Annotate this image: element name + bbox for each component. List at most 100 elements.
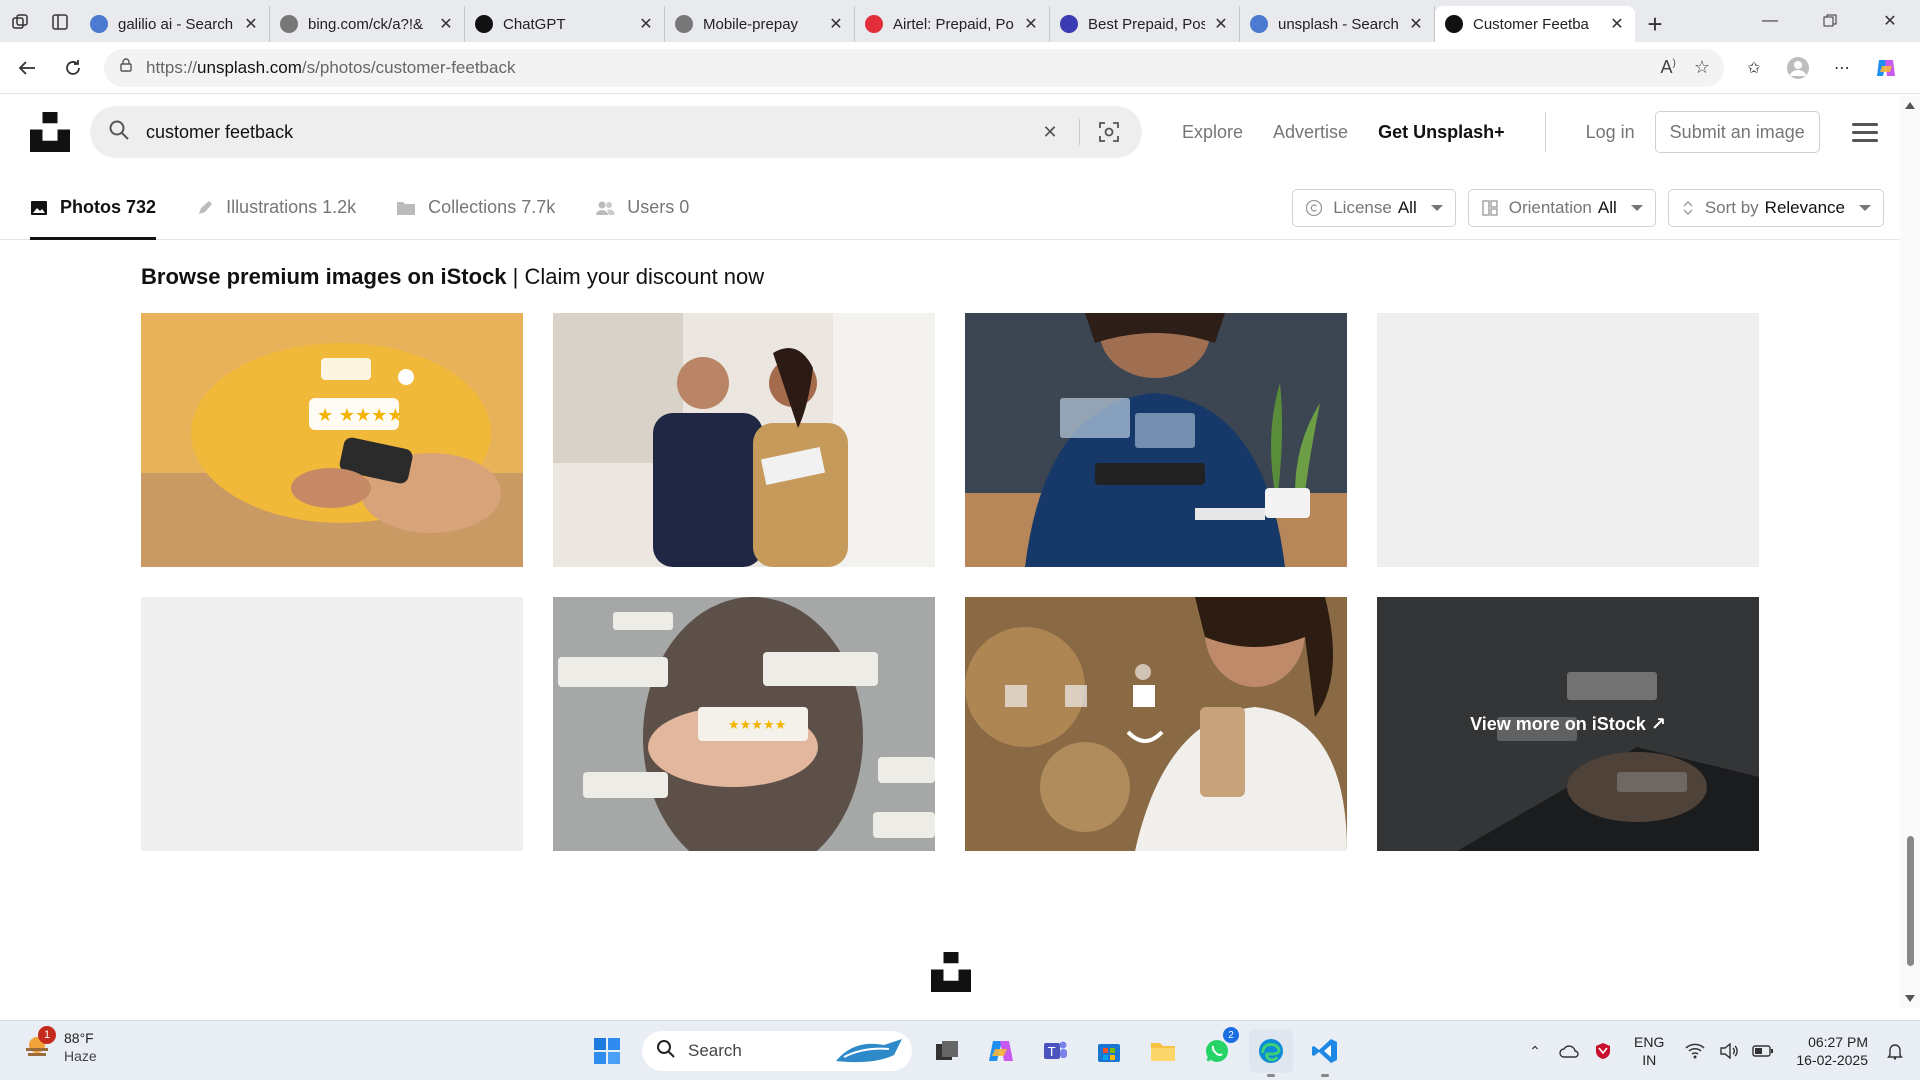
search-bar[interactable]: customer feetback ✕ xyxy=(90,106,1142,158)
system-clock[interactable]: 06:27 PM 16-02-2025 xyxy=(1796,1033,1868,1069)
active-app-indicator xyxy=(1321,1074,1329,1077)
browser-tab[interactable]: unsplash - Search ✕ xyxy=(1240,6,1435,42)
sort-value: Relevance xyxy=(1764,197,1845,217)
copilot-taskbar-icon[interactable] xyxy=(979,1029,1023,1073)
new-tab-button[interactable]: + xyxy=(1635,6,1675,42)
tab-users-label: Users xyxy=(627,197,675,217)
scroll-up-arrow-icon[interactable] xyxy=(1905,102,1915,109)
tile-empty-2[interactable] xyxy=(141,597,523,851)
onedrive-icon[interactable] xyxy=(1552,1044,1586,1058)
search-icon xyxy=(90,15,108,33)
page-scrollbar[interactable] xyxy=(1900,96,1920,1008)
tile-phone-review[interactable]: ★ ★★★★ xyxy=(141,313,523,567)
license-dropdown[interactable]: License All xyxy=(1292,188,1456,227)
search-icon[interactable] xyxy=(108,119,130,146)
more-options-icon[interactable]: ⋯ xyxy=(1820,48,1864,88)
unsplash-header: customer feetback ✕ Explore Advertise Ge… xyxy=(0,96,1900,168)
nav-explore[interactable]: Explore xyxy=(1182,122,1243,143)
tile-laptop-view-more[interactable]: View more on iStock ↗ xyxy=(1377,597,1759,851)
close-tab-icon[interactable]: ✕ xyxy=(1408,14,1424,34)
workspaces-icon[interactable] xyxy=(0,2,40,42)
edge-taskbar-icon[interactable] xyxy=(1249,1029,1293,1077)
tab-illustrations-label: Illustrations xyxy=(226,197,318,217)
mcafee-shield-icon[interactable] xyxy=(1586,1042,1620,1060)
unsplash-footer-logo[interactable] xyxy=(931,952,971,992)
view-more-istock-link[interactable]: View more on iStock ↗ xyxy=(1377,597,1759,851)
vertical-tabs-icon[interactable] xyxy=(40,2,80,42)
tile-business-people[interactable] xyxy=(553,313,935,567)
orientation-label: Orientation xyxy=(1508,197,1592,217)
favorite-star-icon[interactable]: ☆ xyxy=(1694,57,1710,78)
close-tab-icon[interactable]: ✕ xyxy=(1213,14,1229,34)
orientation-icon xyxy=(1481,199,1499,217)
unsplash-logo[interactable] xyxy=(30,112,70,152)
browser-tab[interactable]: Airtel: Prepaid, Po ✕ xyxy=(855,6,1050,42)
restore-button[interactable] xyxy=(1800,0,1860,42)
sort-dropdown[interactable]: Sort by Relevance xyxy=(1667,188,1884,227)
tile-empty-1[interactable] xyxy=(1377,313,1759,567)
back-button[interactable] xyxy=(4,48,50,88)
tab-collections[interactable]: Collections 7.7k xyxy=(396,176,555,240)
minimize-button[interactable]: — xyxy=(1740,0,1800,42)
read-aloud-icon[interactable]: A) xyxy=(1661,57,1676,78)
copilot-icon[interactable] xyxy=(1864,48,1908,88)
scrollbar-thumb[interactable] xyxy=(1907,836,1914,966)
search-highlight-icon xyxy=(836,1039,902,1063)
profile-avatar[interactable] xyxy=(1776,48,1820,88)
start-button[interactable] xyxy=(585,1029,629,1073)
browser-tab[interactable]: Best Prepaid, Post ✕ xyxy=(1050,6,1240,42)
search-input[interactable]: customer feetback xyxy=(146,122,1035,143)
close-tab-icon[interactable]: ✕ xyxy=(638,14,654,34)
tile-hands-stars[interactable]: ★★★★★ xyxy=(553,597,935,851)
browser-tab[interactable]: galilio ai - Search ✕ xyxy=(80,6,270,42)
close-tab-icon[interactable]: ✕ xyxy=(1023,14,1039,34)
orientation-dropdown[interactable]: Orientation All xyxy=(1467,188,1656,227)
taskbar-search[interactable]: Search xyxy=(642,1031,912,1071)
tile-tablet-review[interactable] xyxy=(965,313,1347,567)
battery-icon[interactable] xyxy=(1746,1044,1780,1058)
clear-search-icon[interactable]: ✕ xyxy=(1035,122,1065,143)
microsoft-store-icon[interactable] xyxy=(1087,1029,1131,1073)
scroll-down-arrow-icon[interactable] xyxy=(1905,995,1915,1002)
refresh-button[interactable] xyxy=(50,48,96,88)
browser-tab[interactable]: bing.com/ck/a?!& ✕ xyxy=(270,6,465,42)
license-label: License xyxy=(1333,197,1392,217)
file-explorer-icon[interactable] xyxy=(1141,1029,1185,1073)
nav-advertise[interactable]: Advertise xyxy=(1273,122,1348,143)
wifi-icon[interactable] xyxy=(1678,1043,1712,1059)
vscode-icon[interactable] xyxy=(1303,1029,1347,1077)
close-tab-icon[interactable]: ✕ xyxy=(438,14,454,34)
nav-get-unsplash-plus[interactable]: Get Unsplash+ xyxy=(1378,122,1505,143)
browser-tab[interactable]: ChatGPT ✕ xyxy=(465,6,665,42)
url-field[interactable]: https://unsplash.com/s/photos/customer-f… xyxy=(104,48,1724,87)
istock-banner-subtitle: | Claim your discount now xyxy=(512,264,765,289)
volume-icon[interactable] xyxy=(1712,1043,1746,1059)
teams-icon[interactable]: T xyxy=(1033,1029,1077,1073)
login-link[interactable]: Log in xyxy=(1586,122,1635,143)
close-tab-icon[interactable]: ✕ xyxy=(1609,14,1625,34)
browser-tab[interactable]: Mobile-prepay ✕ xyxy=(665,6,855,42)
istock-banner-title: Browse premium images on iStock xyxy=(141,264,507,289)
tab-photos[interactable]: Photos 732 xyxy=(30,176,157,240)
hamburger-menu-icon[interactable] xyxy=(1851,118,1878,147)
close-tab-icon[interactable]: ✕ xyxy=(828,14,844,34)
license-value: All xyxy=(1397,197,1417,217)
site-info-icon[interactable] xyxy=(118,57,134,78)
browser-tab[interactable]: Customer Feetba ✕ xyxy=(1435,6,1635,42)
tab-users[interactable]: Users 0 xyxy=(595,176,689,240)
tab-photos-count: 732 xyxy=(126,197,157,217)
notifications-icon[interactable] xyxy=(1878,1042,1912,1060)
tile-woman-phone[interactable] xyxy=(965,597,1347,851)
show-hidden-icons-chevron-icon[interactable]: ⌃ xyxy=(1518,1043,1552,1060)
close-tab-icon[interactable]: ✕ xyxy=(243,14,259,34)
task-view-icon[interactable] xyxy=(925,1029,969,1073)
visual-search-icon[interactable] xyxy=(1094,121,1124,143)
istock-banner[interactable]: Browse premium images on iStock | Claim … xyxy=(141,264,764,290)
whatsapp-icon[interactable]: 2 xyxy=(1195,1027,1239,1073)
language-indicator[interactable]: ENG IN xyxy=(1634,1033,1664,1069)
favorites-icon[interactable]: ✩ xyxy=(1732,48,1776,88)
close-window-button[interactable]: ✕ xyxy=(1860,0,1920,42)
submit-image-button[interactable]: Submit an image xyxy=(1654,111,1820,153)
tab-illustrations[interactable]: Illustrations 1.2k xyxy=(196,176,356,240)
weather-widget[interactable]: 1 88°F Haze xyxy=(22,1026,97,1065)
